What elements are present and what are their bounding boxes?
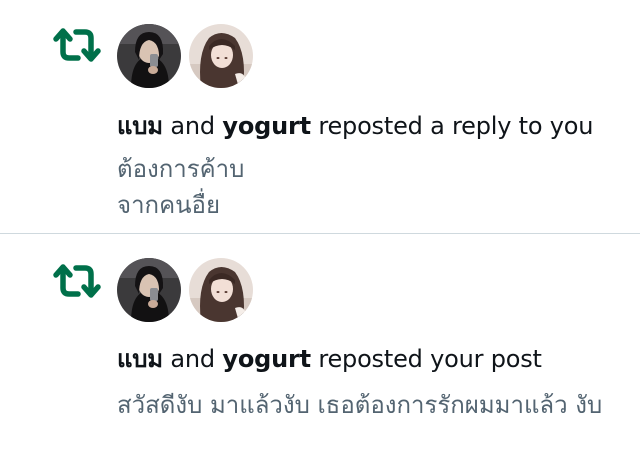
post-snippet: ต้องการค้าบ จากคนอื่ย (117, 151, 622, 223)
avatar[interactable] (189, 24, 253, 88)
user-name[interactable]: แบม (117, 112, 163, 140)
snippet-line: จากคนอื่ย (117, 191, 221, 219)
notification-item[interactable]: แบม and yogurt reposted a reply to you ต… (0, 0, 640, 234)
snippet-line: ต้องการค้าบ (117, 155, 245, 183)
notification-text: แบม and yogurt reposted a reply to you (117, 112, 594, 140)
post-snippet: สวัสดีงับ มาแล้วงับ เธอต้องการรักผมมาแล้… (117, 391, 603, 419)
notification-item[interactable]: แบม and yogurt reposted your post สวัสดี… (0, 234, 640, 463)
avatar[interactable] (117, 258, 181, 322)
repost-icon (53, 28, 101, 62)
avatar[interactable] (189, 258, 253, 322)
user-name[interactable]: yogurt (222, 345, 311, 373)
user-name[interactable]: yogurt (222, 112, 311, 140)
user-name[interactable]: แบม (117, 345, 163, 373)
repost-icon (53, 264, 101, 298)
avatar[interactable] (117, 24, 181, 88)
notification-text: แบม and yogurt reposted your post (117, 345, 542, 373)
action-text: reposted a reply to you (318, 112, 594, 140)
action-text: reposted your post (318, 345, 542, 373)
